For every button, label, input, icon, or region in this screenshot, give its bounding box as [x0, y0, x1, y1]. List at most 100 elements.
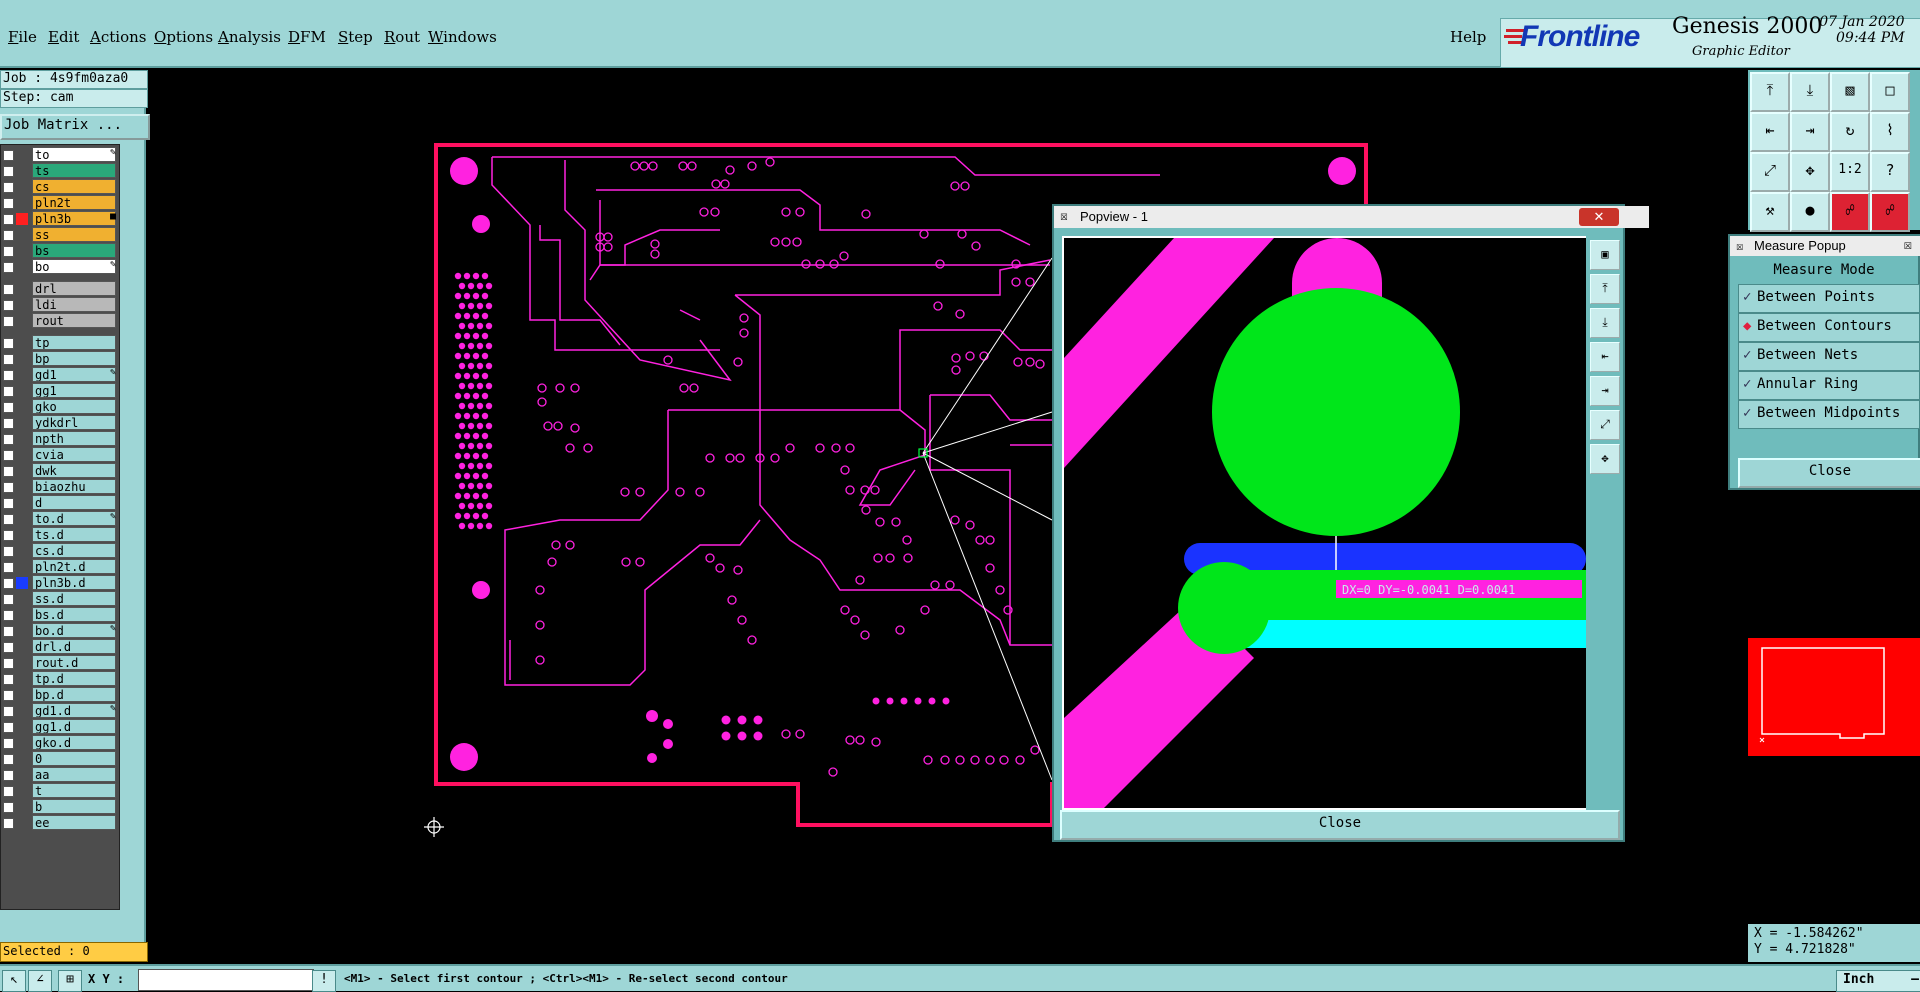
popview-snap-top-icon[interactable]: ⤒ — [1590, 274, 1620, 304]
layer-row[interactable]: biaozhu — [1, 479, 119, 495]
layer-name[interactable]: rout.d — [32, 655, 116, 670]
layer-name[interactable]: drl — [32, 281, 116, 296]
layer-name[interactable]: 0 — [32, 751, 116, 766]
layer-name[interactable]: pln2t — [32, 195, 116, 210]
layer-row[interactable]: gd1 ✎ — [1, 367, 119, 383]
layer-row[interactable]: to ✎ — [1, 147, 119, 163]
layer-name[interactable]: to — [32, 147, 116, 162]
layer-row[interactable]: tp — [1, 335, 119, 351]
layer-row[interactable]: drl — [1, 281, 119, 297]
layer-row[interactable]: 0 — [1, 751, 119, 767]
layer-checkbox[interactable] — [3, 818, 14, 829]
outline-mode-icon[interactable]: □ — [1870, 72, 1910, 112]
layer-row[interactable]: b — [1, 799, 119, 815]
net-select-icon[interactable]: ☍ — [1870, 192, 1910, 232]
job-matrix-button[interactable]: Job Matrix ... — [0, 114, 150, 140]
layer-name[interactable]: gg1.d — [32, 719, 116, 734]
net-icon[interactable]: ☍ — [1830, 192, 1870, 232]
layer-checkbox[interactable] — [3, 690, 14, 701]
layer-row[interactable]: drl.d — [1, 639, 119, 655]
layer-checkbox[interactable] — [3, 300, 14, 311]
menu-help[interactable]: Help — [1450, 28, 1486, 46]
menu-options[interactable]: Options — [154, 28, 213, 46]
layer-checkbox[interactable] — [3, 386, 14, 397]
layer-checkbox[interactable] — [3, 770, 14, 781]
warning-icon[interactable]: ! — [312, 970, 336, 992]
probe-icon[interactable]: ● — [1790, 192, 1830, 232]
layer-name[interactable]: gko.d — [32, 735, 116, 750]
grid-icon[interactable]: ⊞ — [58, 970, 82, 992]
popview-snap-left-icon[interactable]: ⇤ — [1590, 342, 1620, 372]
layer-row[interactable]: ydkdrl — [1, 415, 119, 431]
layer-checkbox[interactable] — [3, 150, 14, 161]
menu-analysis[interactable]: Analysis — [218, 28, 281, 46]
snap-bottom-icon[interactable]: ⤓ — [1790, 72, 1830, 112]
layer-name[interactable]: cvia — [32, 447, 116, 462]
layer-row[interactable]: dwk — [1, 463, 119, 479]
help-icon[interactable]: ? — [1870, 152, 1910, 192]
popview-zoom-icon[interactable]: ▣ — [1590, 240, 1620, 270]
layer-name[interactable]: ts — [32, 163, 116, 178]
snap-right-icon[interactable]: ⇥ — [1790, 112, 1830, 152]
layer-checkbox[interactable] — [3, 284, 14, 295]
layer-name[interactable]: bp — [32, 351, 116, 366]
layer-row[interactable]: bp.d — [1, 687, 119, 703]
layer-checkbox[interactable] — [3, 198, 14, 209]
menu-step[interactable]: Step — [338, 28, 373, 46]
layer-name[interactable]: biaozhu — [32, 479, 116, 494]
layer-checkbox[interactable] — [3, 482, 14, 493]
layer-row[interactable]: pln2t — [1, 195, 119, 211]
layer-name[interactable]: bs — [32, 243, 116, 258]
layer-row[interactable]: d — [1, 495, 119, 511]
layer-checkbox[interactable] — [3, 316, 14, 327]
layer-name[interactable]: pln2t.d — [32, 559, 116, 574]
layer-name[interactable]: ss — [32, 227, 116, 242]
layer-checkbox[interactable] — [3, 642, 14, 653]
layer-name[interactable]: gg1 — [32, 383, 116, 398]
layer-name[interactable]: b — [32, 799, 116, 814]
layer-row[interactable]: rout.d — [1, 655, 119, 671]
layer-checkbox[interactable] — [3, 246, 14, 257]
pan-icon[interactable]: ✥ — [1790, 152, 1830, 192]
layer-checkbox[interactable] — [3, 546, 14, 557]
layer-checkbox[interactable] — [3, 722, 14, 733]
layer-checkbox[interactable] — [3, 402, 14, 413]
layer-name[interactable]: pln3b — [32, 211, 116, 226]
layer-row[interactable]: bs — [1, 243, 119, 259]
layer-checkbox[interactable] — [3, 418, 14, 429]
layer-checkbox[interactable] — [3, 262, 14, 273]
menu-actions[interactable]: Actions — [90, 28, 146, 46]
layer-checkbox[interactable] — [3, 354, 14, 365]
measure-tool-icon[interactable]: ⚒ — [1750, 192, 1790, 232]
menu-edit[interactable]: Edit — [48, 28, 79, 46]
layer-row[interactable]: bo ✎ — [1, 259, 119, 275]
layer-name[interactable]: ss.d — [32, 591, 116, 606]
layer-checkbox[interactable] — [3, 166, 14, 177]
layer-row[interactable]: pln3b.d — [1, 575, 119, 591]
layer-row[interactable]: gg1.d — [1, 719, 119, 735]
layer-checkbox[interactable] — [3, 514, 14, 525]
popview-canvas[interactable]: DX=0 DY=-0.0041 D=0.0041 — [1062, 236, 1588, 810]
layer-row[interactable]: ldi — [1, 297, 119, 313]
layer-row[interactable]: tp.d — [1, 671, 119, 687]
layer-name[interactable]: ydkdrl — [32, 415, 116, 430]
close-icon[interactable]: ✕ — [1579, 208, 1619, 226]
layer-row[interactable]: to.d ✎ — [1, 511, 119, 527]
layer-checkbox[interactable] — [3, 530, 14, 541]
layer-checkbox[interactable] — [3, 754, 14, 765]
layer-row[interactable]: bs.d — [1, 607, 119, 623]
layer-row[interactable]: ss.d — [1, 591, 119, 607]
layer-name[interactable]: ldi — [32, 297, 116, 312]
layer-checkbox[interactable] — [3, 658, 14, 669]
layer-name[interactable]: d — [32, 495, 116, 510]
snap-left-icon[interactable]: ⇤ — [1750, 112, 1790, 152]
layer-name[interactable]: tp — [32, 335, 116, 350]
layer-name[interactable]: ee — [32, 815, 116, 830]
snap-top-icon[interactable]: ⤒ — [1750, 72, 1790, 112]
layer-checkbox[interactable] — [3, 706, 14, 717]
layer-name[interactable]: gd1.d — [32, 703, 116, 718]
layer-row[interactable]: gd1.d ✎ — [1, 703, 119, 719]
measure-angle-icon[interactable]: ∠ — [28, 970, 52, 992]
select-tool-icon[interactable]: ↖ — [2, 970, 26, 992]
menu-dfm[interactable]: DFM — [288, 28, 326, 46]
